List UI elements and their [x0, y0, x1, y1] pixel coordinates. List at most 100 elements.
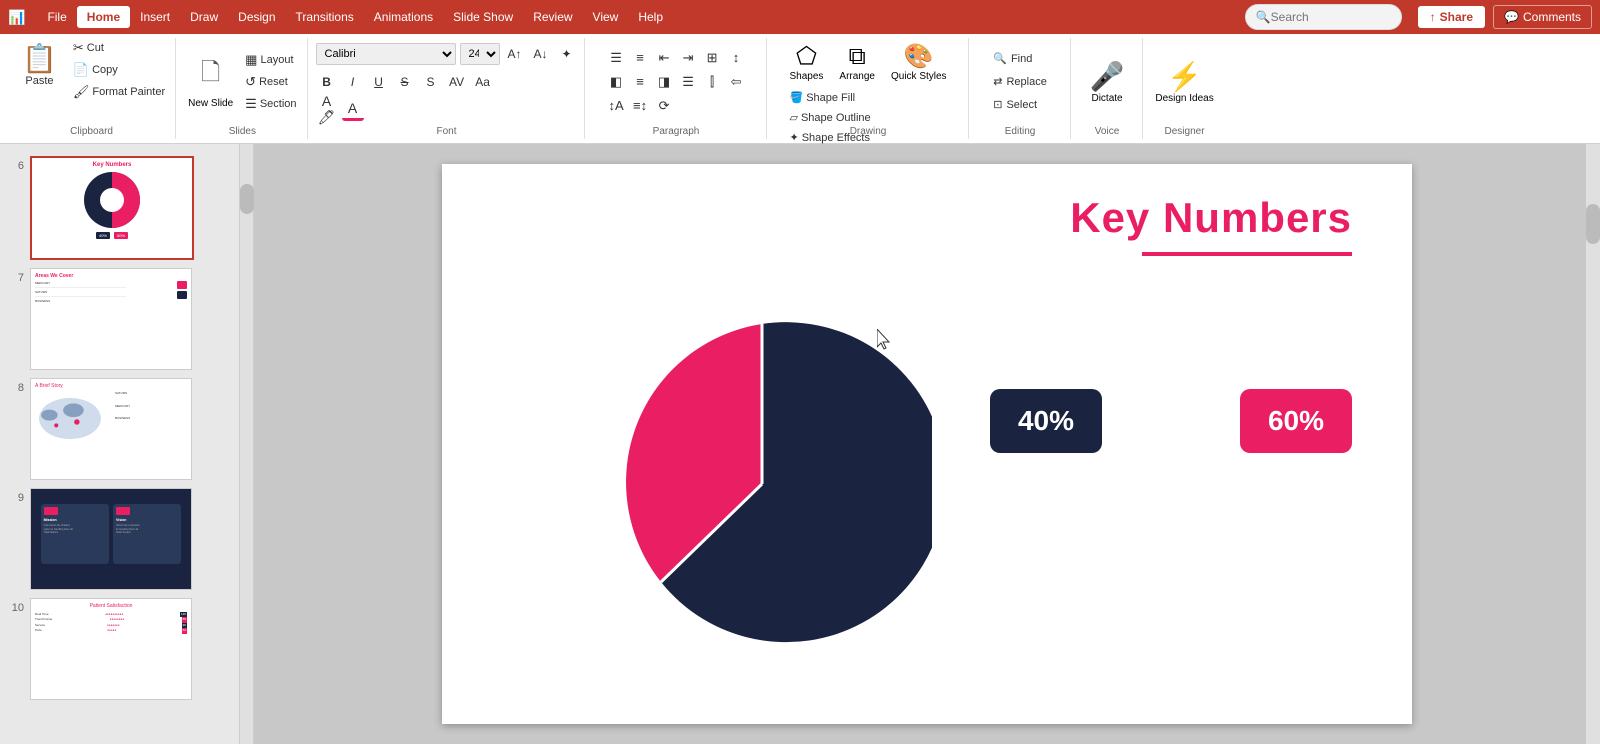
bold-button[interactable]: B	[316, 71, 338, 93]
line-spacing-button[interactable]: ↕	[725, 47, 747, 69]
slide-thumb-9: Mission Instructions the shaded option t…	[30, 488, 192, 590]
numbered-list-button[interactable]: ≡	[629, 47, 651, 69]
section-button[interactable]: ☰ Section	[241, 94, 300, 114]
paragraph-label: Paragraph	[587, 126, 766, 137]
col-separator-button[interactable]: ⫿	[701, 71, 723, 93]
char-spacing-button[interactable]: AV	[446, 71, 468, 93]
search-area: 🔍	[1245, 4, 1402, 30]
menu-file[interactable]: File	[37, 6, 76, 28]
slide-item-10[interactable]: 10 Patient Satisfaction Real Time ●●●●●●…	[0, 594, 239, 704]
menu-slideshow[interactable]: Slide Show	[443, 6, 523, 28]
main-area: 6 Key Numbers 40% 60%	[0, 144, 1600, 744]
para-align-row: ◧ ≡ ◨ ☰ ⫿ ⇦	[605, 71, 747, 93]
search-input[interactable]	[1271, 10, 1391, 24]
text-direction-button[interactable]: ↕A	[605, 95, 627, 117]
thumb-6-pie	[36, 170, 188, 230]
font-size-select[interactable]: 24	[460, 43, 500, 65]
comments-icon: 💬	[1504, 10, 1519, 24]
dictate-icon: 🎤	[1090, 60, 1125, 93]
title-underline	[1142, 252, 1352, 256]
italic-button[interactable]: I	[342, 71, 364, 93]
rtl-button[interactable]: ⇦	[725, 71, 747, 93]
design-ideas-button[interactable]: ⚡ Design Ideas	[1151, 56, 1217, 108]
arrange-button[interactable]: ⧉ Arrange	[835, 39, 879, 86]
designer-group: ⚡ Design Ideas Designer	[1145, 38, 1225, 139]
bullet-list-button[interactable]: ☰	[605, 47, 627, 69]
slide-panel-scrollbar[interactable]	[240, 144, 254, 744]
align-right-button[interactable]: ◨	[653, 71, 675, 93]
arrange-icon: ⧉	[849, 43, 866, 71]
menu-review[interactable]: Review	[523, 6, 582, 28]
align-text-button[interactable]: ≡↕	[629, 95, 651, 117]
convert-to-smartart-button[interactable]: ⟳	[653, 95, 675, 117]
paste-button[interactable]: 📋 Paste	[14, 38, 65, 91]
slide-number-10: 10	[8, 598, 24, 614]
shape-fill-button[interactable]: 🪣 Shape Fill	[785, 89, 859, 106]
badge-40: 40%	[990, 389, 1102, 453]
find-button[interactable]: 🔍 Find	[987, 49, 1038, 68]
slide-canvas[interactable]: Key Numbers 40% 60%	[442, 164, 1412, 724]
cut-button[interactable]: ✂ Cut	[69, 38, 169, 58]
canvas-scroll-thumb[interactable]	[1586, 204, 1600, 244]
shadow-button[interactable]: S	[420, 71, 442, 93]
align-center-button[interactable]: ≡	[629, 71, 651, 93]
layout-icon: ▦	[245, 52, 257, 68]
menu-draw[interactable]: Draw	[180, 6, 228, 28]
top-right-actions: 🔍 ↑ Share 💬 Comments	[1237, 4, 1592, 30]
thumb-9-boxes: Mission Instructions the shaded option t…	[35, 493, 187, 576]
slide-item-8[interactable]: 8 A Brief Story	[0, 374, 239, 484]
decrease-font-button[interactable]: A↓	[530, 43, 552, 65]
select-button[interactable]: ⊡ Select	[987, 95, 1043, 114]
menu-transitions[interactable]: Transitions	[286, 6, 364, 28]
increase-indent-button[interactable]: ⇥	[677, 47, 699, 69]
font-row-1: Calibri 24 A↑ A↓ ✦	[316, 43, 578, 65]
slide-number-9: 9	[8, 488, 24, 504]
replace-icon: ⇄	[993, 75, 1002, 88]
format-painter-button[interactable]: 🖌 Format Painter	[69, 82, 169, 102]
slide-number-6: 6	[8, 156, 24, 172]
scrollbar-thumb[interactable]	[240, 184, 254, 214]
highlight-button[interactable]: A🖊	[316, 99, 338, 121]
shape-outline-row: ▱ Shape Outline	[785, 109, 874, 126]
font-color-button[interactable]: A	[342, 99, 364, 121]
share-button[interactable]: ↑ Share	[1418, 6, 1485, 28]
menu-bar: 📊 File Home Insert Draw Design Transitio…	[0, 0, 1600, 34]
quick-styles-button[interactable]: 🎨 Quick Styles	[887, 38, 951, 86]
reset-button[interactable]: ↺ Reset	[241, 72, 300, 92]
canvas-scrollbar[interactable]	[1586, 144, 1600, 744]
shape-outline-button[interactable]: ▱ Shape Outline	[785, 109, 874, 126]
menu-animations[interactable]: Animations	[364, 6, 443, 28]
menu-insert[interactable]: Insert	[130, 6, 180, 28]
reset-icon: ↺	[245, 74, 256, 90]
justify-button[interactable]: ☰	[677, 71, 699, 93]
add-col-button[interactable]: ⊞	[701, 47, 723, 69]
underline-button[interactable]: U	[368, 71, 390, 93]
comments-button[interactable]: 💬 Comments	[1493, 5, 1592, 29]
menu-design[interactable]: Design	[228, 6, 285, 28]
decrease-indent-button[interactable]: ⇤	[653, 47, 675, 69]
pie-chart[interactable]	[592, 314, 932, 659]
paste-label: Paste	[25, 75, 53, 87]
increase-font-button[interactable]: A↑	[504, 43, 526, 65]
app-icon: 📊	[8, 9, 25, 26]
copy-button[interactable]: 📄 Copy	[69, 60, 169, 80]
layout-button[interactable]: ▦ Layout	[241, 50, 300, 70]
clear-format-button[interactable]: ✦	[556, 43, 578, 65]
new-slide-button[interactable]: 🗋 New Slide	[184, 51, 237, 113]
drawing-label: Drawing	[769, 126, 968, 137]
slide-thumb-10: Patient Satisfaction Real Time ●●●●●●●●●…	[30, 598, 192, 700]
replace-button[interactable]: ⇄ Replace	[987, 72, 1053, 91]
slide-item-6[interactable]: 6 Key Numbers 40% 60%	[0, 152, 239, 264]
strikethrough-button[interactable]: S	[394, 71, 416, 93]
case-button[interactable]: Aa	[472, 71, 494, 93]
slide-item-7[interactable]: 7 Areas We Cover MERCURY SATURN BUSINESS	[0, 264, 239, 374]
shape-fill-icon: 🪣	[789, 91, 803, 104]
menu-home[interactable]: Home	[77, 6, 130, 28]
shapes-button[interactable]: ⬠ Shapes	[785, 38, 827, 86]
align-left-button[interactable]: ◧	[605, 71, 627, 93]
menu-view[interactable]: View	[583, 6, 629, 28]
slide-item-9[interactable]: 9 Mission Instructions the shaded option…	[0, 484, 239, 594]
font-family-select[interactable]: Calibri	[316, 43, 456, 65]
menu-help[interactable]: Help	[628, 6, 673, 28]
dictate-button[interactable]: 🎤 Dictate	[1086, 56, 1129, 108]
